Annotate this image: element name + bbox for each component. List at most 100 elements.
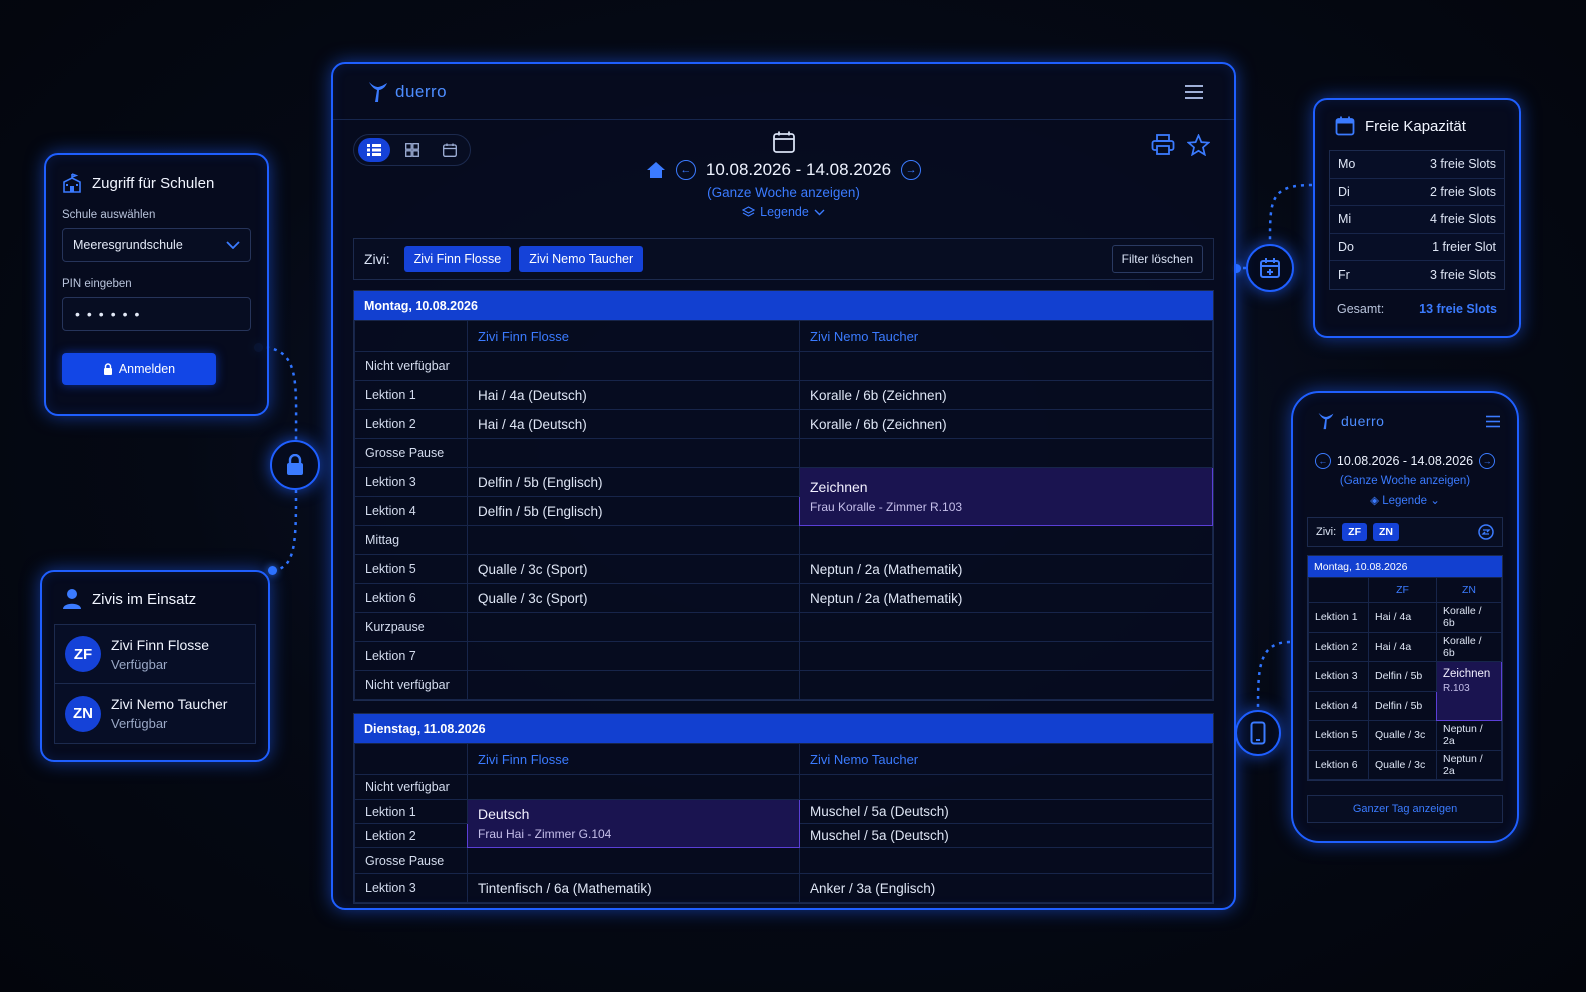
- schedule-cell[interactable]: Delfin / 5b: [1368, 690, 1437, 721]
- capacity-title: Freie Kapazität: [1365, 117, 1466, 135]
- schedule-cell[interactable]: Neptun / 2a: [1436, 749, 1502, 780]
- slot-label: Lektion 4: [354, 496, 468, 526]
- previous-week-button[interactable]: ←: [675, 160, 696, 180]
- highlighted-lesson-detail: Frau Koralle - Zimmer R.103: [810, 500, 963, 514]
- printer-icon[interactable]: [1151, 134, 1175, 156]
- table-row: Mittag: [354, 525, 1213, 555]
- next-week-button[interactable]: →: [901, 160, 922, 180]
- schedule-cell[interactable]: Hai / 4a: [1368, 602, 1437, 633]
- schedule-cell[interactable]: [799, 612, 1213, 642]
- schedule-cell[interactable]: Muschel / 5a (Deutsch): [799, 799, 1213, 824]
- clear-filter-button[interactable]: Filter löschen: [1111, 245, 1203, 273]
- schedule-cell[interactable]: Delfin / 5b (Englisch): [467, 467, 800, 497]
- mobile-chip-zf[interactable]: ZF: [1342, 523, 1367, 541]
- schedule-cell[interactable]: Qualle / 3c: [1368, 720, 1437, 751]
- slot-label: Kurzpause: [354, 612, 468, 642]
- schedule-cell[interactable]: Neptun / 2a: [1436, 720, 1502, 751]
- schedule-cell[interactable]: [799, 351, 1213, 381]
- hamburger-menu-icon[interactable]: [1184, 84, 1204, 100]
- empty-header: [354, 743, 468, 775]
- schedule-cell[interactable]: [467, 670, 800, 700]
- zivi-list-item[interactable]: ZN Zivi Nemo Taucher Verfügbar: [54, 684, 256, 744]
- mobile-week-link[interactable]: (Ganze Woche anzeigen): [1307, 475, 1503, 487]
- day-header: Montag, 10.08.2026: [354, 291, 1213, 320]
- date-range-row: ← 10.08.2026 - 14.08.2026 →: [333, 160, 1234, 180]
- schedule-cell[interactable]: [467, 525, 800, 555]
- slot-label: Lektion 2: [354, 823, 468, 848]
- schedule-cell[interactable]: Koralle / 6b (Zeichnen): [799, 409, 1213, 439]
- schedule-cell[interactable]: Qualle / 3c (Sport): [467, 583, 800, 613]
- mobile-brand-logo[interactable]: duerro: [1317, 411, 1384, 431]
- capacity-total: Gesamt: 13 freie Slots: [1329, 290, 1505, 316]
- schedule-cell[interactable]: Anker / 3a (Englisch): [799, 873, 1213, 903]
- hamburger-menu-icon[interactable]: [1485, 415, 1501, 428]
- arrow-left-icon: ←: [1318, 456, 1328, 466]
- schedule-cell[interactable]: [467, 351, 800, 381]
- slot-label: Mittag: [354, 525, 468, 555]
- mobile-header: duerro: [1307, 411, 1503, 431]
- schedule-cell[interactable]: [467, 774, 800, 800]
- schedule-cell[interactable]: [467, 438, 800, 468]
- lock-node: [270, 440, 320, 490]
- zivi-status: Verfügbar: [111, 656, 168, 672]
- login-button[interactable]: Anmelden: [62, 353, 216, 385]
- schedule-cell[interactable]: [799, 525, 1213, 555]
- slot-label: Lektion 1: [354, 380, 468, 410]
- chevron-down-icon: [814, 209, 825, 215]
- schedule-cell[interactable]: Delfin / 5b (Englisch): [467, 496, 800, 526]
- filter-chip-nemo[interactable]: Zivi Nemo Taucher: [519, 246, 644, 272]
- mobile-highlight-detail: R.103: [1443, 683, 1470, 694]
- zivi-list-item[interactable]: ZF Zivi Finn Flosse Verfügbar: [54, 624, 256, 684]
- mobile-legend-toggle[interactable]: ◈ Legende ⌄: [1307, 493, 1503, 507]
- filter-chip-finn[interactable]: Zivi Finn Flosse: [403, 246, 512, 272]
- highlighted-lesson-cell[interactable]: Deutsch Frau Hai - Zimmer G.104: [467, 799, 800, 848]
- slot-label: Nicht verfügbar: [354, 351, 468, 381]
- schedule-cell[interactable]: Koralle / 6b: [1436, 602, 1502, 633]
- school-select[interactable]: Meeresgrundschule: [62, 228, 251, 262]
- schedule-cell[interactable]: [799, 847, 1213, 874]
- schedule-cell[interactable]: [799, 438, 1213, 468]
- schedule-cell[interactable]: Hai / 4a (Deutsch): [467, 409, 800, 439]
- schedule-cell[interactable]: Koralle / 6b (Zeichnen): [799, 380, 1213, 410]
- mobile-next-button[interactable]: →: [1479, 453, 1496, 469]
- brand-logo[interactable]: duerro: [367, 80, 447, 104]
- schedule-cell[interactable]: Hai / 4a: [1368, 631, 1437, 662]
- mobile-chip-zn[interactable]: ZN: [1373, 523, 1399, 541]
- schedule-cell[interactable]: [799, 774, 1213, 800]
- schedule-cell[interactable]: Qualle / 3c: [1368, 749, 1437, 780]
- column-header-finn: Zivi Finn Flosse: [467, 320, 800, 352]
- schedule-cell[interactable]: Hai / 4a (Deutsch): [467, 380, 800, 410]
- schedule-cell[interactable]: [799, 670, 1213, 700]
- schedule-cell[interactable]: Muschel / 5a (Deutsch): [799, 823, 1213, 848]
- capacity-row: Mi 4 freie Slots: [1330, 206, 1504, 234]
- schedule-cell[interactable]: Koralle / 6b: [1436, 631, 1502, 662]
- mobile-date-range: 10.08.2026 - 14.08.2026: [1336, 454, 1474, 468]
- slot-label: Grosse Pause: [354, 847, 468, 874]
- schedule-cell[interactable]: [467, 612, 800, 642]
- schedule-cell[interactable]: Tintenfisch / 6a (Mathematik): [467, 873, 800, 903]
- show-full-day-button[interactable]: Ganzer Tag anzeigen: [1307, 795, 1503, 823]
- show-whole-week-link[interactable]: (Ganze Woche anzeigen): [333, 185, 1234, 200]
- mobile-highlighted-lesson[interactable]: Zeichnen R.103: [1436, 661, 1502, 721]
- schedule-cell[interactable]: [467, 641, 800, 671]
- schedule-cell[interactable]: [467, 847, 800, 874]
- schedule-cell[interactable]: Neptun / 2a (Mathematik): [799, 554, 1213, 584]
- schedule-cell[interactable]: Neptun / 2a (Mathematik): [799, 583, 1213, 613]
- slot-label: Grosse Pause: [354, 438, 468, 468]
- schedule-cell[interactable]: Delfin / 5b: [1368, 661, 1437, 692]
- star-icon[interactable]: [1187, 134, 1210, 156]
- school-select-label: Schule auswählen: [62, 209, 156, 221]
- schedule-cell[interactable]: Qualle / 3c (Sport): [467, 554, 800, 584]
- reset-filter-icon[interactable]: [1478, 524, 1494, 540]
- legend-toggle[interactable]: Legende: [333, 205, 1234, 219]
- day-schedule-tuesday: Dienstag, 11.08.2026 Zivi Finn Flosse Zi…: [353, 713, 1214, 904]
- mobile-filter-label: Zivi:: [1316, 526, 1337, 538]
- pin-input[interactable]: ••••••: [62, 297, 251, 331]
- home-icon[interactable]: [646, 161, 666, 179]
- table-row: Lektion 2 Hai / 4a Koralle / 6b: [1308, 631, 1502, 662]
- mobile-prev-button[interactable]: ←: [1314, 453, 1331, 469]
- table-row: Nicht verfügbar: [354, 774, 1213, 800]
- schedule-cell[interactable]: [799, 641, 1213, 671]
- highlighted-lesson-cell[interactable]: Zeichnen Frau Koralle - Zimmer R.103: [799, 467, 1213, 526]
- arrow-right-icon: →: [1482, 456, 1492, 466]
